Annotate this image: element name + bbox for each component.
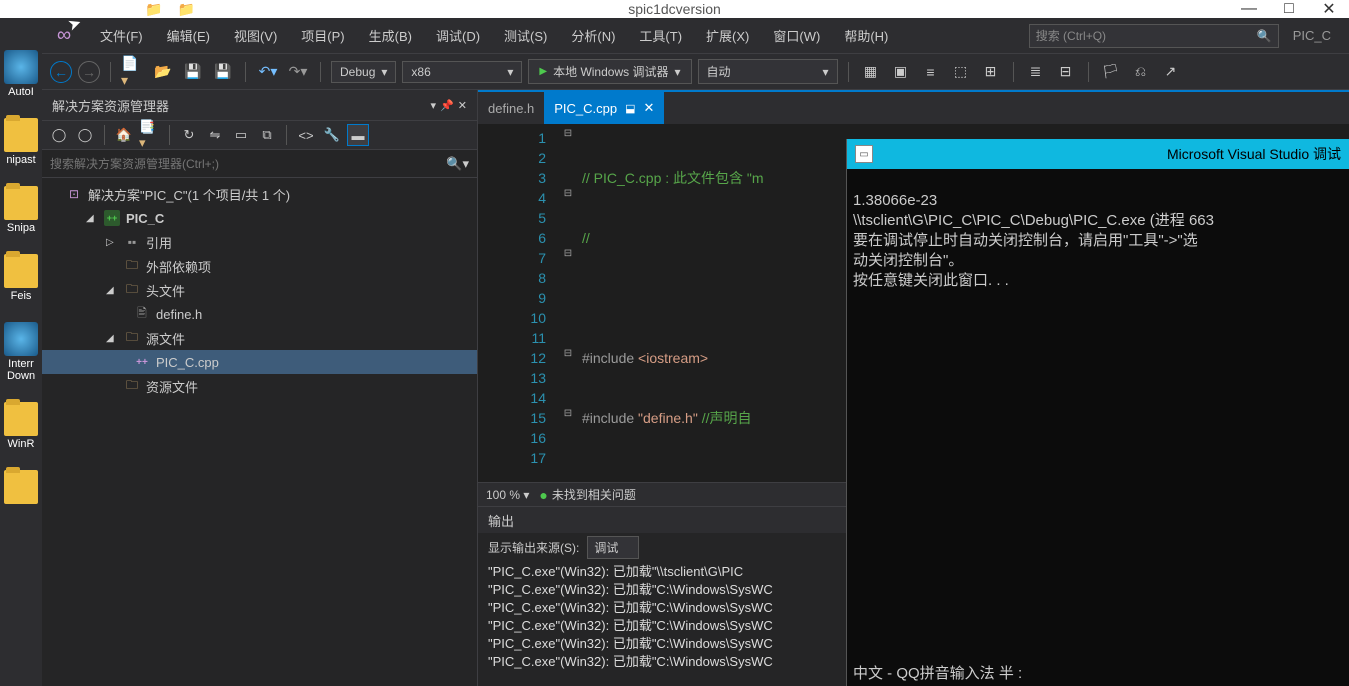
tree-references[interactable]: ▷▪▪引用 <box>42 230 477 254</box>
tab-define-h[interactable]: define.h <box>478 92 544 124</box>
line-gutter: 1234567891011121314151617 <box>478 124 558 482</box>
tree-picc-cpp[interactable]: ++PIC_C.cpp <box>42 350 477 374</box>
maximize-button[interactable]: □ <box>1274 1 1304 17</box>
search-icon: 🔍 <box>1257 29 1272 43</box>
search-placeholder: 搜索 (Ctrl+Q) <box>1036 27 1106 44</box>
collapse-icon[interactable]: ⇋ <box>204 124 226 146</box>
folder-icon: 📁 <box>145 1 162 18</box>
tab-strip: define.h PIC_C.cpp⬓✕ <box>478 90 1349 124</box>
minimize-button[interactable]: — <box>1234 1 1264 17</box>
home-icon[interactable]: 🏠 <box>113 124 135 146</box>
tree-external-deps[interactable]: 🗀外部依赖项 <box>42 254 477 278</box>
flag-icon[interactable]: 🏳 <box>1099 60 1123 84</box>
solution-explorer: 解决方案资源管理器 ▾ 📌 ✕ ◯ ◯ 🏠 📑▾ ↻ ⇋ ▭ ⧉ <> <box>42 90 478 686</box>
tool-icon-3[interactable]: ≡ <box>919 60 943 84</box>
menu-build[interactable]: 生成(B) <box>359 20 422 51</box>
main-toolbar: ← → 📄▾ 📂 💾 💾 ↶▾ ↷▾ Debug▾ x86▾ ▶本地 Windo… <box>42 54 1349 90</box>
properties-icon[interactable]: ▬ <box>347 124 369 146</box>
issues-indicator[interactable]: ●未找到相关问题 <box>539 486 635 503</box>
nav-forward-button[interactable]: → <box>78 61 100 83</box>
dropdown-icon[interactable]: ▾ <box>431 99 437 112</box>
menu-bar: ∞ 文件(F) 编辑(E) 视图(V) 项目(P) 生成(B) 调试(D) 测试… <box>42 18 1349 54</box>
solution-search-input[interactable] <box>50 157 446 171</box>
tree-project[interactable]: ◢++PIC_C <box>42 206 477 230</box>
explorer-title: spic1dcversion <box>628 1 721 17</box>
tool-icon-5[interactable]: ⊞ <box>979 60 1003 84</box>
desktop-icon-winr[interactable]: WinR <box>0 402 42 450</box>
output-source-select[interactable]: 调试 <box>587 536 639 559</box>
undo-button[interactable]: ↶▾ <box>256 60 280 84</box>
solution-explorer-title: 解决方案资源管理器 <box>52 96 169 115</box>
menu-edit[interactable]: 编辑(E) <box>157 20 220 51</box>
tree-sources-folder[interactable]: ◢🗀源文件 <box>42 326 477 350</box>
tool-icon-9[interactable]: ↗ <box>1159 60 1183 84</box>
close-button[interactable]: ✕ <box>1314 1 1344 17</box>
solution-view-icon[interactable]: 📑▾ <box>139 124 161 146</box>
show-all-icon[interactable]: ▭ <box>230 124 252 146</box>
tree-resources-folder[interactable]: 🗀资源文件 <box>42 374 477 398</box>
search-icon[interactable]: 🔍▾ <box>446 156 469 172</box>
tab-picc-cpp[interactable]: PIC_C.cpp⬓✕ <box>544 92 664 124</box>
debug-console-window[interactable]: ▭ Microsoft Visual Studio 调试 1.38066e-23… <box>846 139 1349 686</box>
desktop-icon-snip[interactable]: Snipa <box>0 186 42 234</box>
menu-help[interactable]: 帮助(H) <box>834 20 898 51</box>
desktop-icon-snipaste[interactable]: nipast <box>0 118 42 166</box>
menu-file[interactable]: 文件(F) <box>90 20 153 51</box>
menu-view[interactable]: 视图(V) <box>224 20 287 51</box>
files-icon[interactable]: ⧉ <box>256 124 278 146</box>
auto-dropdown[interactable]: 自动▾ <box>698 59 838 84</box>
refresh-icon[interactable]: ↻ <box>178 124 200 146</box>
pin-tab-icon[interactable]: ⬓ <box>625 102 635 115</box>
folder-icon: 📁 <box>177 1 194 18</box>
desktop-icon-generic[interactable] <box>0 470 42 506</box>
tool-icon-2[interactable]: ▣ <box>889 60 913 84</box>
redo-button[interactable]: ↷▾ <box>286 60 310 84</box>
search-box[interactable]: 搜索 (Ctrl+Q) 🔍 <box>1029 24 1279 48</box>
save-all-icon[interactable]: 💾 <box>211 60 235 84</box>
tree-solution[interactable]: ⊡解决方案"PIC_C"(1 个项目/共 1 个) <box>42 182 477 206</box>
run-debugger-button[interactable]: ▶本地 Windows 调试器▾ <box>528 59 691 84</box>
menu-debug[interactable]: 调试(D) <box>426 20 490 51</box>
platform-dropdown[interactable]: x86▾ <box>402 61 522 83</box>
console-title: Microsoft Visual Studio 调试 <box>1167 144 1341 164</box>
fold-gutter: ⊟⊟⊟⊟⊟ <box>558 124 578 482</box>
desktop-icon-feis[interactable]: Feis <box>0 254 42 302</box>
menu-extend[interactable]: 扩展(X) <box>696 20 759 51</box>
desktop-icon-intern[interactable]: InterrDown <box>0 322 42 382</box>
code-icon[interactable]: <> <box>295 124 317 146</box>
menu-tools[interactable]: 工具(T) <box>629 20 692 51</box>
menu-test[interactable]: 测试(S) <box>494 20 557 51</box>
close-icon[interactable]: ✕ <box>458 99 467 112</box>
pin-icon[interactable]: 📌 <box>440 99 454 112</box>
tree-headers-folder[interactable]: ◢🗀头文件 <box>42 278 477 302</box>
tool-icon-8[interactable]: ⎌ <box>1129 60 1153 84</box>
wrench-icon[interactable]: 🔧 <box>321 124 343 146</box>
tool-icon-1[interactable]: ▦ <box>859 60 883 84</box>
zoom-level[interactable]: 100 % ▾ <box>486 488 529 502</box>
ime-status: 中文 - QQ拼音输入法 半 : <box>853 664 1022 684</box>
open-icon[interactable]: 📂 <box>151 60 175 84</box>
menu-analyze[interactable]: 分析(N) <box>561 20 625 51</box>
tree-define-h[interactable]: 🖹define.h <box>42 302 477 326</box>
menu-window[interactable]: 窗口(W) <box>763 20 830 51</box>
output-from-label: 显示输出来源(S): <box>488 539 579 556</box>
new-button[interactable]: 📄▾ <box>121 60 145 84</box>
solution-name-label: PIC_C <box>1283 28 1341 43</box>
console-body[interactable]: 1.38066e-23\\tsclient\G\PIC_C\PIC_C\Debu… <box>847 169 1349 686</box>
explorer-bar: 📁 📁 spic1dcversion — □ ✕ <box>0 0 1349 18</box>
desktop-icon-autoi[interactable]: AutoI <box>0 50 42 98</box>
sol-fwd-button[interactable]: ◯ <box>74 124 96 146</box>
desktop-icons: AutoI nipast Snipa Feis InterrDown WinR <box>0 50 42 506</box>
tool-icon-6[interactable]: ≣ <box>1024 60 1048 84</box>
console-titlebar[interactable]: ▭ Microsoft Visual Studio 调试 <box>847 139 1349 169</box>
menu-project[interactable]: 项目(P) <box>291 20 354 51</box>
tool-icon-4[interactable]: ⬚ <box>949 60 973 84</box>
save-icon[interactable]: 💾 <box>181 60 205 84</box>
console-icon: ▭ <box>855 145 873 163</box>
close-tab-icon[interactable]: ✕ <box>644 100 655 116</box>
nav-back-button[interactable]: ← <box>50 61 72 83</box>
tool-icon-7[interactable]: ⊟ <box>1054 60 1078 84</box>
sol-back-button[interactable]: ◯ <box>48 124 70 146</box>
config-dropdown[interactable]: Debug▾ <box>331 61 396 83</box>
